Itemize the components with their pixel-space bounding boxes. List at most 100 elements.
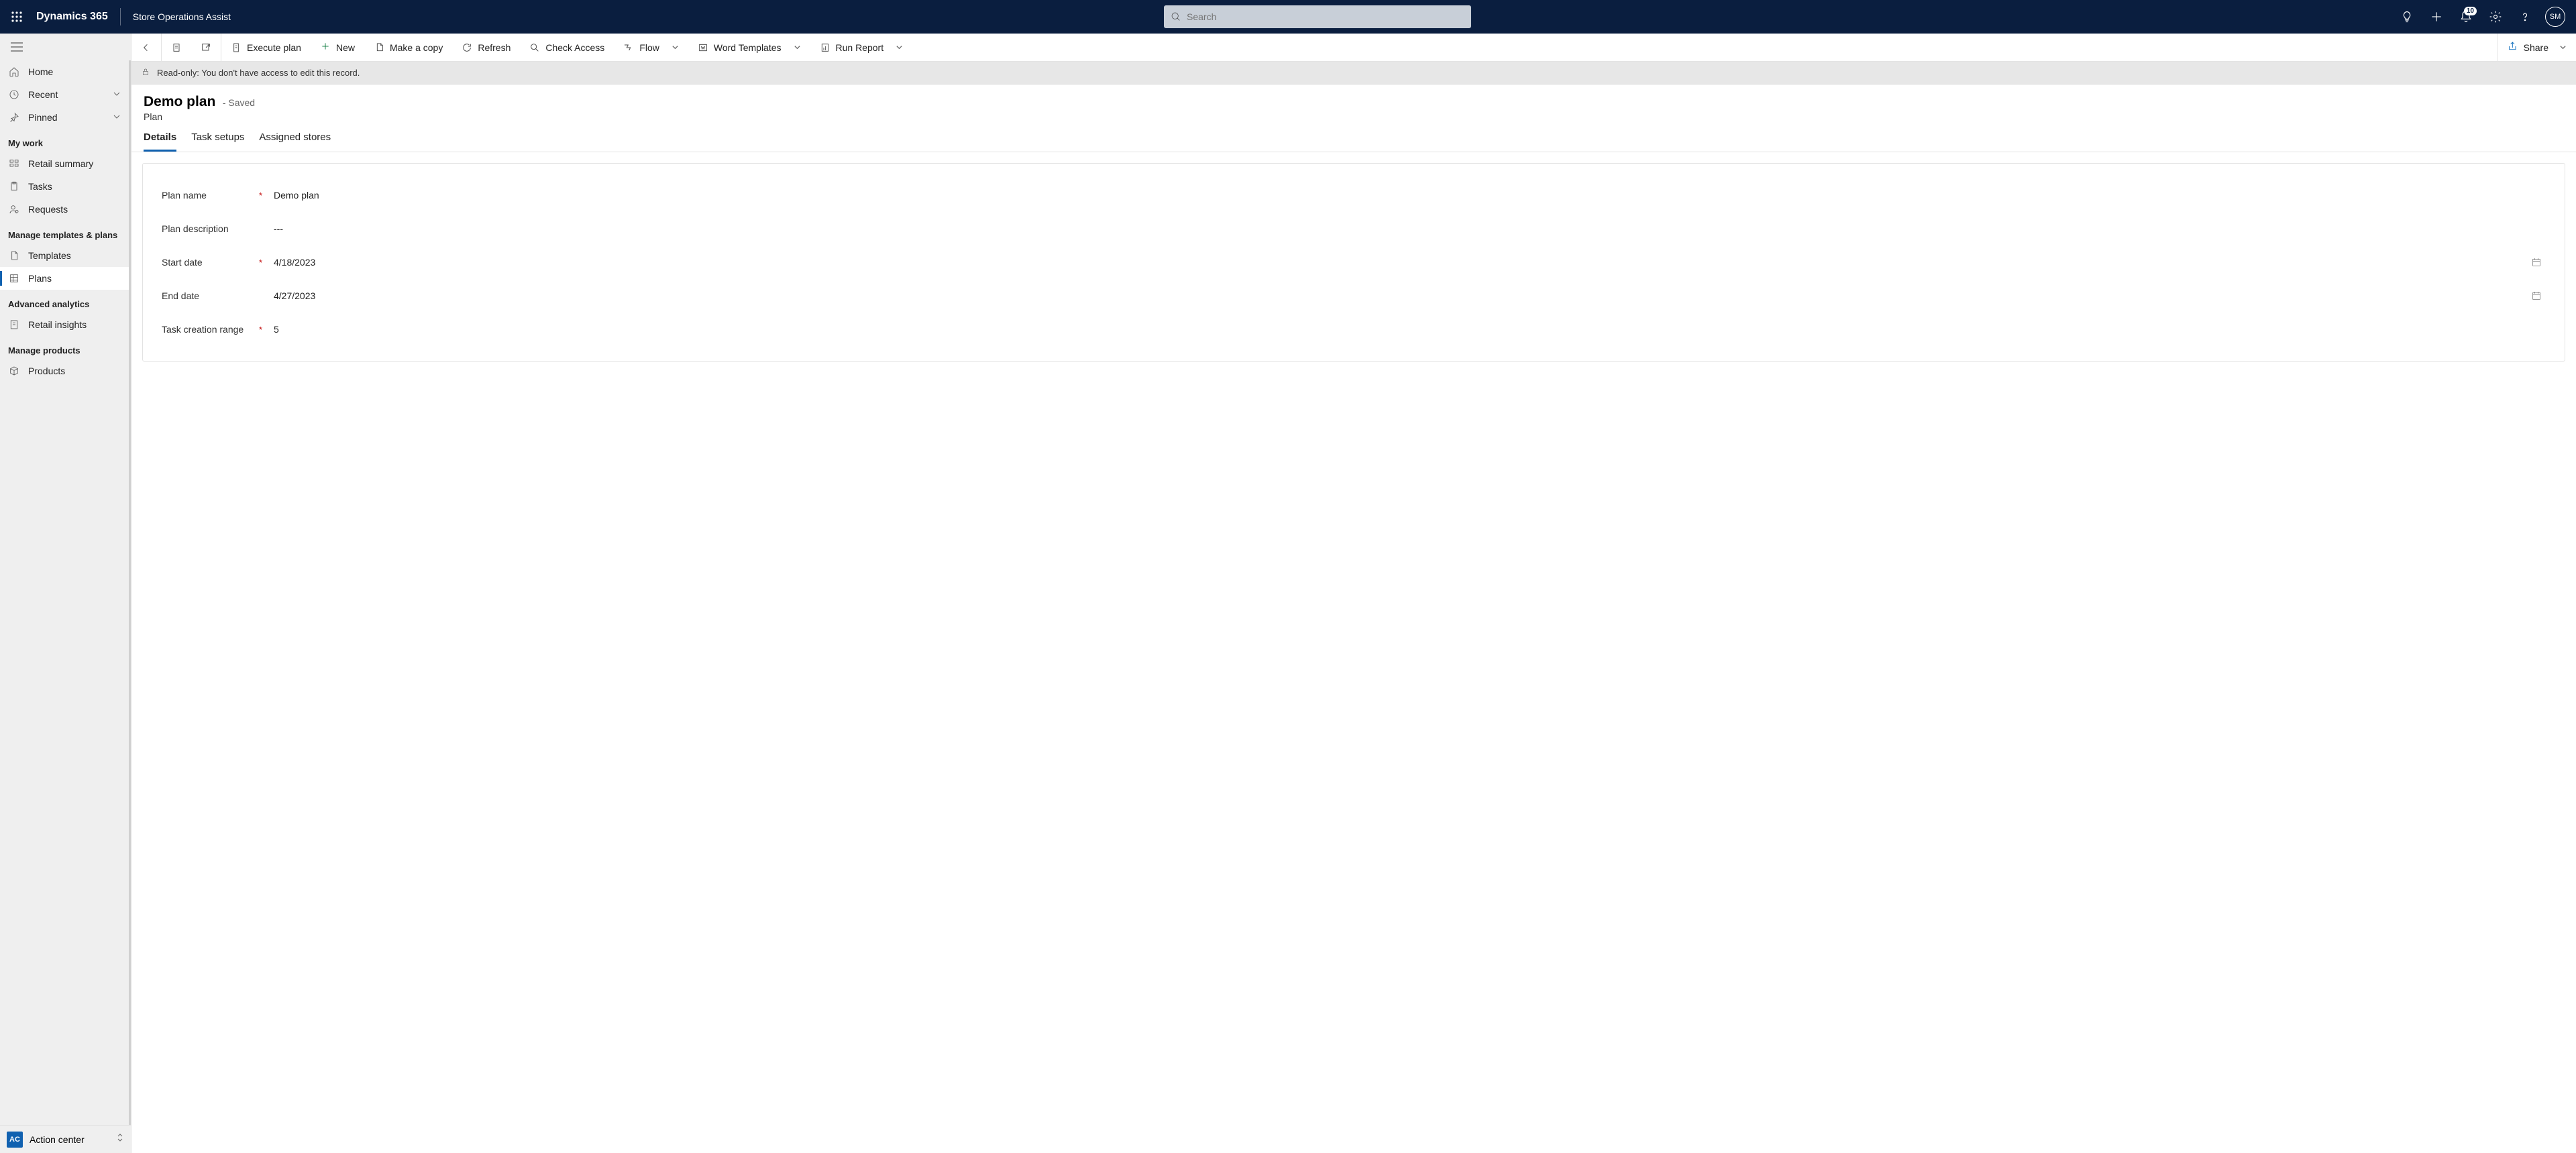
field-task-creation-range: Task creation range * 5: [162, 313, 2546, 346]
grid-icon: [8, 273, 20, 284]
back-button[interactable]: [131, 34, 161, 61]
field-value[interactable]: 4/18/2023: [271, 257, 2527, 268]
nav-label: Products: [28, 366, 65, 376]
tab-task-setups[interactable]: Task setups: [191, 131, 244, 152]
check-access-button[interactable]: Check Access: [520, 34, 614, 61]
field-label: Start date: [162, 257, 259, 268]
nav-label: Retail insights: [28, 319, 87, 330]
nav-retail-summary[interactable]: Retail summary: [0, 152, 129, 175]
record-status: - Saved: [223, 97, 255, 108]
nav-retail-insights[interactable]: Retail insights: [0, 313, 129, 336]
plus-icon[interactable]: [2422, 0, 2451, 34]
required-mark: *: [259, 325, 271, 335]
new-button[interactable]: New: [311, 34, 364, 61]
calendar-icon[interactable]: [2527, 290, 2546, 301]
run-report-button[interactable]: Run Report: [810, 34, 913, 61]
settings-icon[interactable]: [2481, 0, 2510, 34]
nav-label: Home: [28, 66, 53, 77]
cmd-label: Share: [2524, 42, 2548, 53]
cmd-label: Run Report: [836, 42, 884, 53]
area-switcher[interactable]: AC Action center: [0, 1125, 131, 1153]
site-nav: Home Recent Pinned My work Retail summar…: [0, 34, 131, 1153]
field-label: Plan description: [162, 223, 259, 234]
nav-toggle-icon[interactable]: [0, 34, 131, 60]
file-icon: [8, 250, 20, 261]
global-search[interactable]: [1164, 5, 1471, 28]
summary-icon: [8, 158, 20, 169]
header-actions: 10 SM: [2392, 0, 2576, 34]
calendar-icon[interactable]: [2527, 257, 2546, 268]
search-container: [243, 5, 2392, 28]
execute-plan-button[interactable]: Execute plan: [221, 34, 311, 61]
field-value[interactable]: Demo plan: [271, 190, 2546, 201]
clock-icon: [8, 89, 20, 100]
nav-home[interactable]: Home: [0, 60, 129, 83]
nav-products[interactable]: Products: [0, 360, 129, 382]
user-avatar[interactable]: SM: [2545, 7, 2565, 27]
cmd-label: Make a copy: [390, 42, 443, 53]
field-value[interactable]: 5: [271, 324, 2546, 335]
nav-label: Plans: [28, 273, 52, 284]
person-icon: [8, 204, 20, 215]
tab-details[interactable]: Details: [144, 131, 176, 152]
nav-templates[interactable]: Templates: [0, 244, 129, 267]
popout-icon[interactable]: [191, 34, 221, 61]
share-button[interactable]: Share: [2498, 34, 2576, 61]
nav-requests[interactable]: Requests: [0, 198, 129, 221]
required-mark: *: [259, 258, 271, 268]
cmd-label: Flow: [639, 42, 659, 53]
chevron-down-icon: [672, 42, 679, 53]
nav-group-analytics: Advanced analytics: [0, 290, 129, 313]
required-mark: *: [259, 190, 271, 201]
nav-pinned[interactable]: Pinned: [0, 106, 129, 129]
nav-group-products: Manage products: [0, 336, 129, 360]
nav-label: Tasks: [28, 181, 52, 192]
clipboard-icon: [8, 181, 20, 192]
search-input[interactable]: [1181, 11, 1464, 22]
field-value[interactable]: ---: [271, 223, 2546, 234]
flow-button[interactable]: Flow: [614, 34, 688, 61]
readonly-banner: Read-only: You don't have access to edit…: [131, 62, 2576, 85]
nav-label: Requests: [28, 204, 68, 215]
notifications-icon[interactable]: 10: [2451, 0, 2481, 34]
details-card: Plan name * Demo plan Plan description -…: [142, 163, 2565, 362]
area-badge: AC: [7, 1132, 23, 1148]
cmd-label: New: [336, 42, 355, 53]
lock-icon: [141, 67, 150, 78]
insights-icon: [8, 319, 20, 330]
cmd-label: Execute plan: [247, 42, 301, 53]
app-launcher-icon[interactable]: [0, 11, 34, 23]
chevron-down-icon: [794, 42, 801, 53]
cmd-label: Check Access: [545, 42, 604, 53]
app-name[interactable]: Store Operations Assist: [121, 11, 243, 22]
readonly-text: Read-only: You don't have access to edit…: [157, 68, 360, 78]
notification-badge: 10: [2464, 7, 2477, 15]
area-label: Action center: [30, 1134, 85, 1145]
lightbulb-icon[interactable]: [2392, 0, 2422, 34]
word-templates-button[interactable]: Word Templates: [688, 34, 810, 61]
record-title: Demo plan: [144, 94, 215, 110]
field-value[interactable]: 4/27/2023: [271, 290, 2527, 301]
nav-label: Pinned: [28, 112, 58, 123]
nav-tasks[interactable]: Tasks: [0, 175, 129, 198]
help-icon[interactable]: [2510, 0, 2540, 34]
make-copy-button[interactable]: Make a copy: [364, 34, 452, 61]
nav-plans[interactable]: Plans: [0, 267, 129, 290]
updown-icon: [116, 1133, 124, 1146]
brand-title[interactable]: Dynamics 365: [34, 11, 120, 23]
global-header: Dynamics 365 Store Operations Assist 10 …: [0, 0, 2576, 34]
field-label: Task creation range: [162, 324, 259, 335]
field-label: End date: [162, 290, 259, 301]
chevron-down-icon: [113, 89, 121, 100]
record-entity: Plan: [144, 111, 2564, 122]
nav-group-mywork: My work: [0, 129, 129, 152]
nav-recent[interactable]: Recent: [0, 83, 129, 106]
chevron-down-icon: [896, 42, 903, 53]
record-header: Demo plan - Saved Plan: [131, 85, 2576, 122]
refresh-button[interactable]: Refresh: [452, 34, 520, 61]
tab-assigned-stores[interactable]: Assigned stores: [259, 131, 331, 152]
field-plan-name: Plan name * Demo plan: [162, 178, 2546, 212]
field-end-date: End date 4/27/2023: [162, 279, 2546, 313]
open-record-set-icon[interactable]: [162, 34, 191, 61]
field-label: Plan name: [162, 190, 259, 201]
